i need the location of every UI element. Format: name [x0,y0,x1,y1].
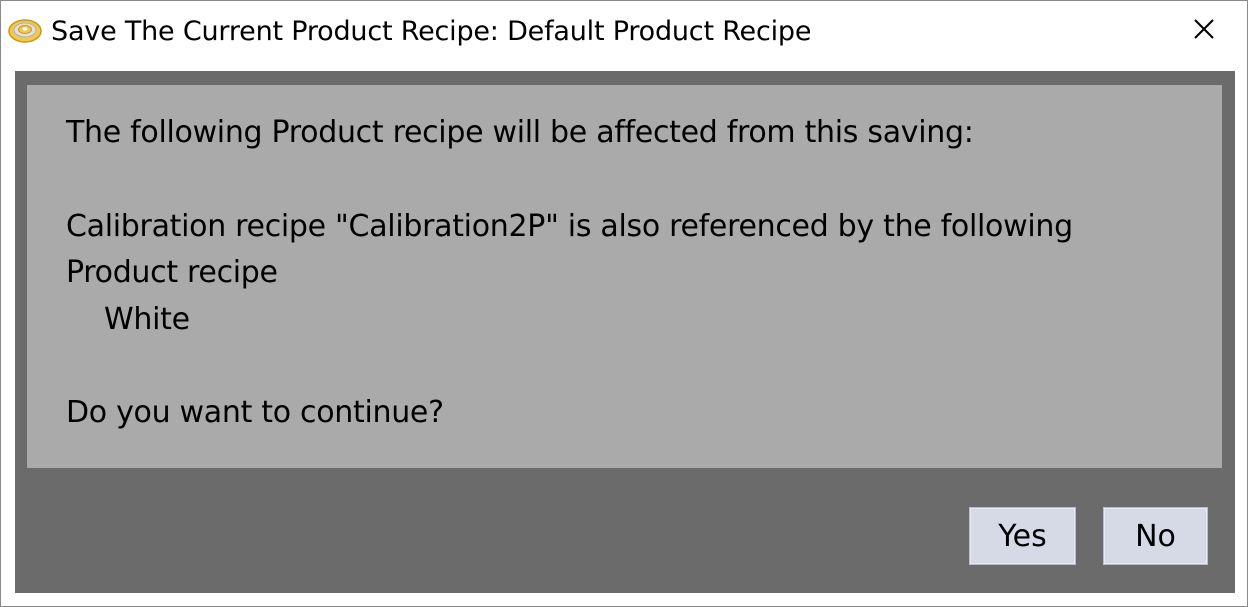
dialog-body: The following Product recipe will be aff… [15,71,1235,593]
window-title: Save The Current Product Recipe: Default… [51,16,812,47]
close-icon [1192,17,1216,45]
message-line-affected: The following Product recipe will be aff… [66,115,974,150]
message-panel: The following Product recipe will be aff… [27,85,1222,468]
dialog-window: Save The Current Product Recipe: Default… [0,0,1248,607]
target-icon [7,17,43,45]
title-bar[interactable]: Save The Current Product Recipe: Default… [1,1,1247,67]
message-line-question: Do you want to continue? [66,395,444,430]
no-button[interactable]: No [1103,507,1208,565]
message-line-calibration: Calibration recipe "Calibration2P" is al… [66,209,1073,244]
yes-button[interactable]: Yes [969,507,1076,565]
message-line-product-recipe: Product recipe [66,255,278,290]
message-line-recipe-name: White [104,302,190,337]
close-button[interactable] [1161,1,1247,61]
